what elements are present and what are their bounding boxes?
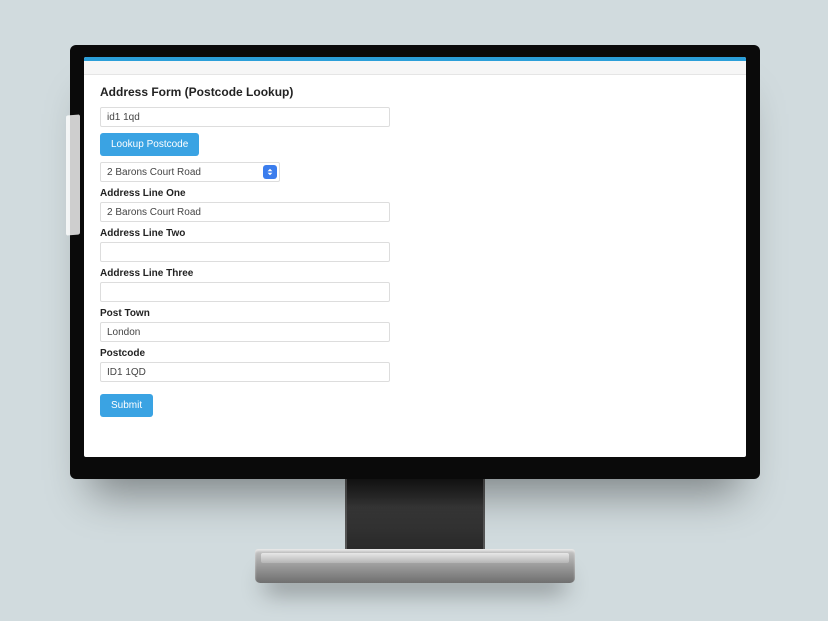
label-line2: Address Line Two <box>100 228 730 239</box>
post-town-input[interactable] <box>100 322 390 342</box>
screen: Address Form (Postcode Lookup) Lookup Po… <box>84 57 746 457</box>
address-line3-input[interactable] <box>100 282 390 302</box>
monitor-base <box>255 549 575 583</box>
monitor-mockup: Address Form (Postcode Lookup) Lookup Po… <box>70 45 760 583</box>
submit-button[interactable]: Submit <box>100 394 153 417</box>
window-navbar <box>84 61 746 75</box>
page-title: Address Form (Postcode Lookup) <box>100 85 730 99</box>
address-select-wrap: 2 Barons Court Road <box>100 162 280 182</box>
postcode-lookup-input[interactable] <box>100 107 390 127</box>
monitor-neck <box>345 479 485 549</box>
monitor-bezel: Address Form (Postcode Lookup) Lookup Po… <box>70 45 760 479</box>
address-line2-input[interactable] <box>100 242 390 262</box>
address-select[interactable]: 2 Barons Court Road <box>100 162 280 182</box>
lookup-postcode-button[interactable]: Lookup Postcode <box>100 133 199 156</box>
label-town: Post Town <box>100 308 730 319</box>
label-postcode: Postcode <box>100 348 730 359</box>
label-line1: Address Line One <box>100 188 730 199</box>
postcode-input[interactable] <box>100 362 390 382</box>
label-line3: Address Line Three <box>100 268 730 279</box>
form-container: Address Form (Postcode Lookup) Lookup Po… <box>84 75 746 429</box>
address-line1-input[interactable] <box>100 202 390 222</box>
decorative-shadow <box>66 114 80 235</box>
